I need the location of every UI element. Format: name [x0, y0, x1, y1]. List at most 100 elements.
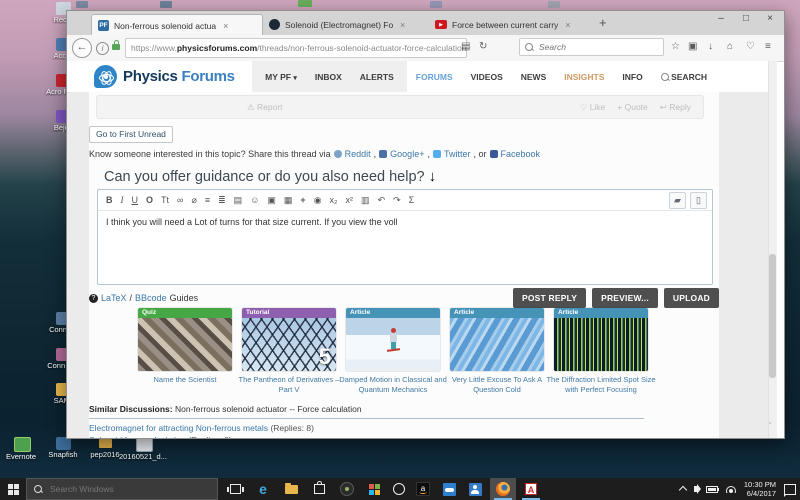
- card-caption[interactable]: Damped Motion in Classical and Quantum M…: [337, 375, 449, 395]
- subscript-icon[interactable]: x₂: [330, 195, 338, 205]
- tab-close-icon[interactable]: ×: [398, 20, 407, 30]
- similar-link[interactable]: Electromagnet for attracting Non-ferrous…: [89, 423, 314, 433]
- taskbar-clock[interactable]: 10:30 PM6/4/2017: [744, 480, 776, 499]
- hp-app-button[interactable]: [386, 478, 412, 500]
- firefox-button[interactable]: [490, 478, 516, 500]
- quote-link[interactable]: + Quote: [617, 102, 647, 113]
- nav-my-pf[interactable]: MY PF ▾: [256, 72, 306, 82]
- maximize-button[interactable]: □: [735, 13, 757, 24]
- nav-forums[interactable]: FORUMS: [407, 72, 462, 82]
- taskbar-search-input[interactable]: [48, 483, 210, 495]
- bold-icon[interactable]: B: [106, 195, 113, 205]
- tab-solenoid[interactable]: Solenoid (Electromagnet) Fo ×: [263, 14, 431, 35]
- downloads-icon[interactable]: ↓: [708, 41, 713, 52]
- bullet-list-icon[interactable]: ≡: [205, 195, 210, 205]
- report-link[interactable]: ⚠ Report: [247, 102, 283, 113]
- redo-icon[interactable]: ↷: [393, 195, 401, 206]
- smiley-icon[interactable]: ☺: [250, 195, 259, 205]
- edge-button[interactable]: e: [250, 478, 276, 500]
- desktop-icon-peek[interactable]: [548, 1, 560, 8]
- scrollbar-down-arrow[interactable]: ˇ: [769, 423, 771, 430]
- nav-insights[interactable]: INSIGHTS: [555, 72, 613, 82]
- share-facebook[interactable]: Facebook: [501, 149, 541, 159]
- nav-videos[interactable]: VIDEOS: [462, 72, 512, 82]
- task-view-button[interactable]: [222, 478, 248, 500]
- store-button[interactable]: [306, 478, 332, 500]
- card-article-2[interactable]: Article: [450, 308, 544, 371]
- minimize-button[interactable]: –: [710, 13, 732, 24]
- desktop-icon-image-file[interactable]: 20160521_d...: [116, 437, 170, 461]
- url-bar[interactable]: https://www.physicsforums.com/threads/no…: [125, 38, 467, 58]
- insert-icon[interactable]: +: [300, 195, 305, 205]
- menu-icon[interactable]: ≡: [765, 41, 771, 52]
- refresh-icon[interactable]: ↻: [479, 41, 487, 52]
- scrollbar-track[interactable]: [768, 61, 777, 438]
- people-app-button[interactable]: [462, 478, 488, 500]
- browser-search[interactable]: [519, 38, 664, 56]
- cloud-app-button[interactable]: [436, 478, 462, 500]
- similar-link[interactable]: Solenoid force calculation (Replies: 0): [89, 435, 232, 439]
- card-article-1[interactable]: Article: [346, 308, 440, 371]
- text-color-icon[interactable]: O: [146, 195, 153, 205]
- physicsforums-logo-icon[interactable]: [94, 65, 117, 88]
- eraser-icon[interactable]: ▰: [669, 192, 686, 209]
- superscript-icon[interactable]: x²: [346, 195, 354, 205]
- post-reply-button[interactable]: POST REPLY: [513, 288, 586, 308]
- nav-news[interactable]: NEWS: [512, 72, 556, 82]
- start-button[interactable]: [0, 478, 26, 500]
- physicsforums-logo[interactable]: Physics Forums: [123, 68, 235, 85]
- card-quiz[interactable]: Quiz: [138, 308, 232, 371]
- share-googleplus[interactable]: Google+: [390, 149, 424, 159]
- taskbar-search[interactable]: [26, 478, 218, 500]
- bookmark-star-icon[interactable]: ☆: [671, 41, 680, 52]
- undo-icon[interactable]: ↶: [378, 195, 386, 206]
- reply-link[interactable]: ↩ Reply: [660, 102, 691, 113]
- share-twitter[interactable]: Twitter: [444, 149, 471, 159]
- tab-close-icon[interactable]: ×: [221, 21, 230, 31]
- card-caption[interactable]: The Diffraction Limited Spot Size with P…: [545, 375, 657, 395]
- info-icon[interactable]: i: [96, 42, 109, 55]
- underline-icon[interactable]: U: [132, 195, 139, 205]
- adobe-reader-button[interactable]: A: [518, 478, 544, 500]
- card-caption[interactable]: Name the Scientist: [129, 375, 241, 385]
- photos-app-button[interactable]: [361, 478, 387, 500]
- file-explorer-button[interactable]: [278, 478, 304, 500]
- action-center-icon[interactable]: [784, 484, 796, 495]
- reading-list-icon[interactable]: ▣: [688, 41, 697, 52]
- battery-icon[interactable]: [706, 486, 718, 493]
- close-button[interactable]: ×: [759, 13, 781, 24]
- image-icon[interactable]: ▣: [267, 195, 276, 206]
- desktop-icon-peek[interactable]: [298, 0, 312, 7]
- tab-youtube[interactable]: ▶ Force between current carry ×: [429, 14, 597, 35]
- nav-search[interactable]: SEARCH: [652, 72, 716, 82]
- home-icon[interactable]: ⌂: [727, 41, 733, 52]
- camera-app-button[interactable]: [334, 478, 360, 500]
- desktop-icon-peek[interactable]: [160, 1, 172, 8]
- italic-icon[interactable]: I: [121, 195, 124, 205]
- amazon-button[interactable]: a: [410, 478, 436, 500]
- tab-close-icon[interactable]: ×: [563, 20, 572, 30]
- reader-view-icon[interactable]: ▤: [461, 41, 470, 52]
- media-icon[interactable]: ▦: [284, 195, 293, 206]
- bbcode-guide-link[interactable]: BBcode: [135, 293, 167, 303]
- drafts-icon[interactable]: ▯: [690, 192, 707, 209]
- go-to-first-unread-button[interactable]: Go to First Unread: [89, 126, 173, 143]
- numbered-list-icon[interactable]: ≣: [218, 195, 226, 206]
- wifi-icon[interactable]: [726, 486, 736, 493]
- search-input[interactable]: [537, 41, 658, 53]
- indent-icon[interactable]: ▤: [234, 195, 243, 206]
- card-caption[interactable]: The Pantheon of Derivatives – Part V: [233, 375, 345, 395]
- camera-icon[interactable]: ◉: [314, 195, 322, 206]
- desktop-icon-peek[interactable]: [430, 1, 442, 8]
- upload-button[interactable]: UPLOAD: [664, 288, 719, 308]
- share-reddit[interactable]: Reddit: [345, 149, 371, 159]
- back-button[interactable]: ←: [72, 38, 92, 58]
- link-icon[interactable]: ∞: [177, 195, 183, 205]
- new-tab-button[interactable]: +: [599, 15, 607, 30]
- latex-guide-link[interactable]: LaTeX: [101, 293, 127, 303]
- scrollbar-thumb[interactable]: [769, 254, 776, 378]
- like-link[interactable]: ♡ Like: [580, 102, 606, 113]
- sigma-icon[interactable]: Σ: [409, 195, 415, 205]
- volume-icon[interactable]: [694, 486, 698, 492]
- code-icon[interactable]: ▥: [361, 195, 370, 206]
